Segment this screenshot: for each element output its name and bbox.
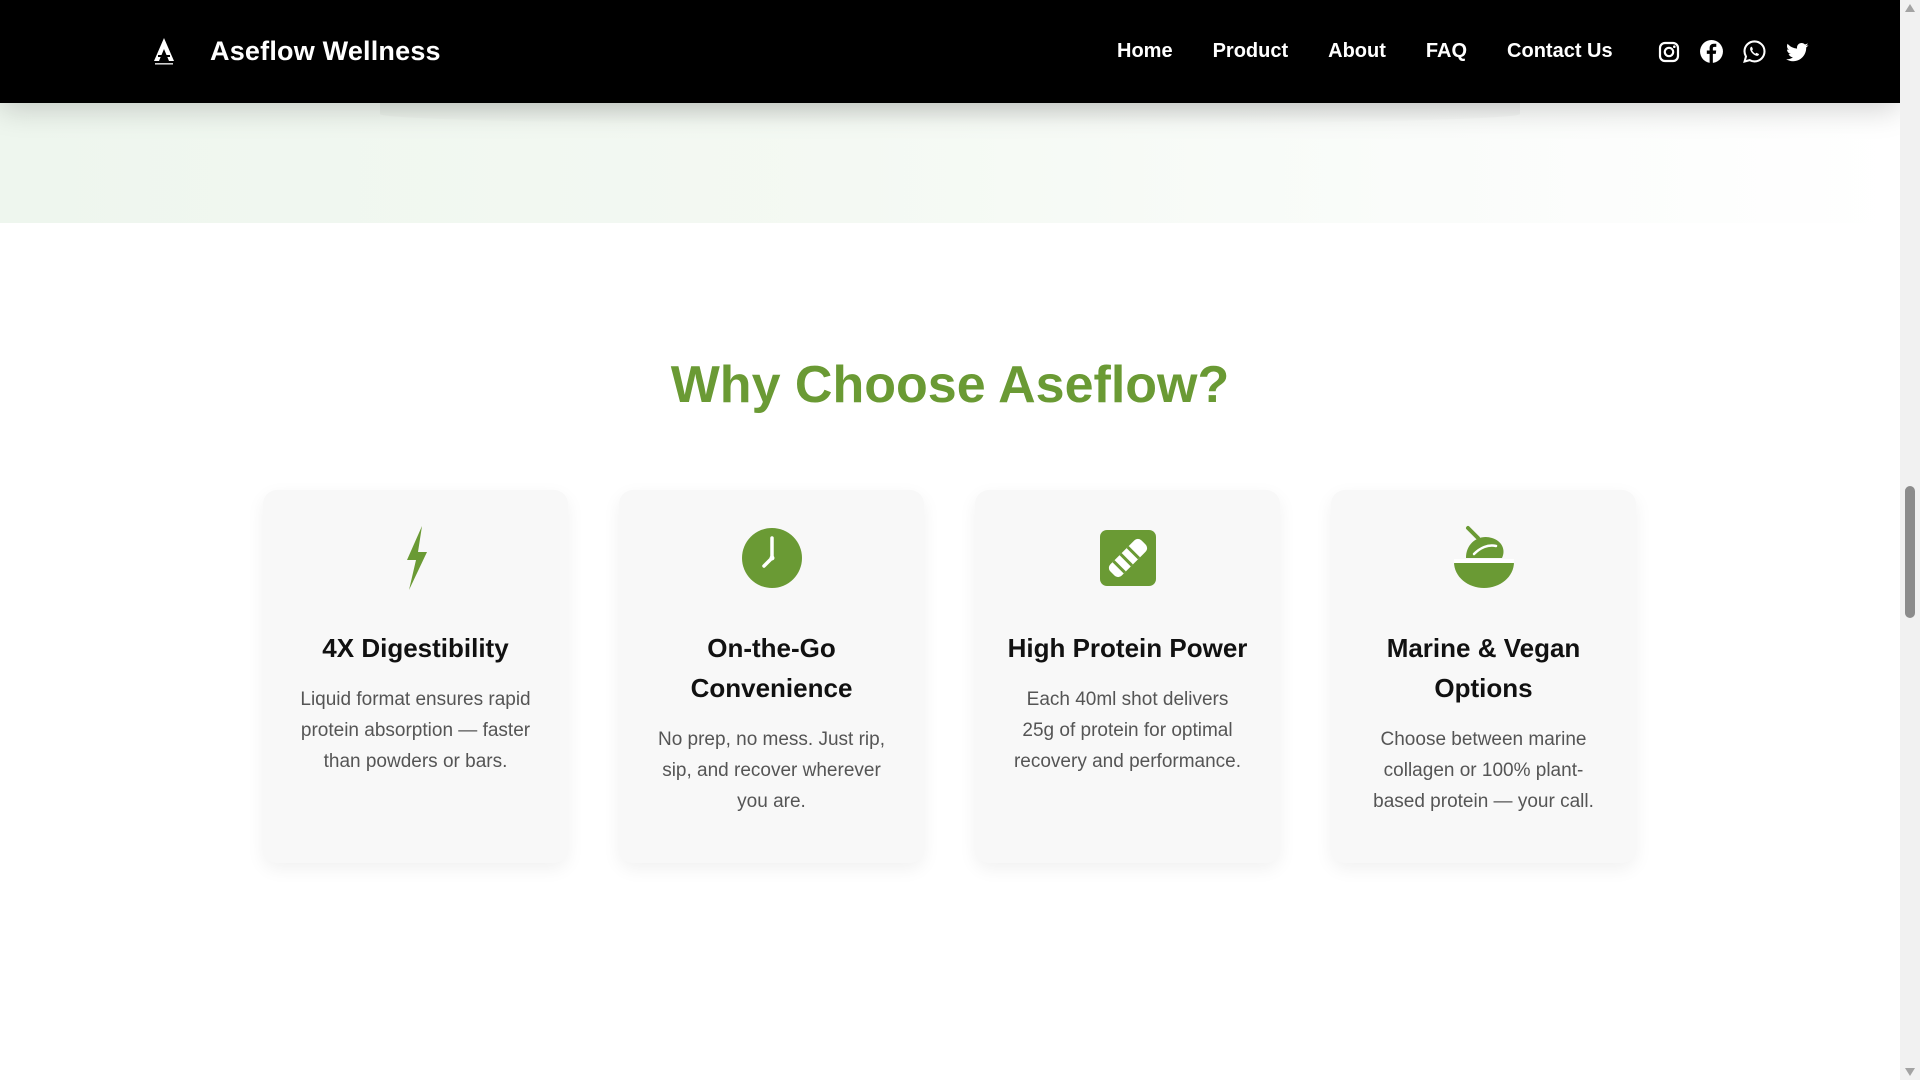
leaf-bowl-icon <box>1453 526 1514 588</box>
feature-card-convenience: On-the-Go Convenience No prep, no mess. … <box>619 490 924 863</box>
section-title: Why Choose Aseflow? <box>670 356 1230 414</box>
feature-card-text: No prep, no mess. Just rip, sip, and rec… <box>657 729 886 812</box>
clock-icon <box>741 528 802 588</box>
twitter-icon[interactable] <box>1785 39 1810 64</box>
nav-about[interactable]: About <box>1328 40 1386 63</box>
site-header: Aseflow Wellness Home Product About FAQ … <box>0 0 1900 103</box>
lightning-bolt-icon <box>406 526 427 590</box>
feature-card-digestibility: 4X Digestibility Liquid format ensures r… <box>263 490 568 863</box>
feature-card-text: Liquid format ensures rapid protein abso… <box>300 689 531 772</box>
feature-card-protein: High Protein Power Each 40ml shot delive… <box>975 490 1280 863</box>
facebook-icon[interactable] <box>1699 39 1724 64</box>
feature-card-options: Marine & Vegan Options Choose between ma… <box>1331 490 1636 863</box>
aseflow-logo-icon <box>154 37 174 65</box>
scrollbar-thumb[interactable] <box>1905 486 1915 618</box>
scroll-down-arrow-icon[interactable] <box>1905 1068 1915 1076</box>
feature-card-title: 4X Digestibility <box>322 633 509 663</box>
feature-card-text: Choose between marine collagen or 100% p… <box>1373 729 1594 812</box>
nav-home[interactable]: Home <box>1117 40 1173 63</box>
feature-cards: 4X Digestibility Liquid format ensures r… <box>263 490 1638 865</box>
protein-bar-icon <box>1099 530 1156 586</box>
main-nav: Home Product About FAQ Contact Us <box>1117 0 1613 103</box>
scroll-up-arrow-icon[interactable] <box>1905 4 1915 12</box>
feature-card-title: Marine & Vegan Options <box>1386 633 1581 703</box>
nav-faq[interactable]: FAQ <box>1426 40 1467 63</box>
hero-bottom-band <box>0 103 1900 223</box>
instagram-icon[interactable] <box>1656 39 1681 64</box>
page-scrollbar[interactable] <box>1900 0 1920 1080</box>
brand-name: Aseflow Wellness <box>210 36 441 66</box>
feature-card-title: High Protein Power <box>1007 633 1248 663</box>
whatsapp-icon[interactable] <box>1742 39 1767 64</box>
nav-product[interactable]: Product <box>1213 40 1289 63</box>
feature-card-title: On-the-Go Convenience <box>690 633 853 703</box>
brand[interactable]: Aseflow Wellness <box>152 0 441 103</box>
social-links <box>1656 0 1810 103</box>
nav-contact-us[interactable]: Contact Us <box>1507 40 1613 63</box>
feature-card-text: Each 40ml shot delivers 25g of protein f… <box>1013 689 1242 772</box>
page: Aseflow Wellness Home Product About FAQ … <box>0 0 1900 1080</box>
